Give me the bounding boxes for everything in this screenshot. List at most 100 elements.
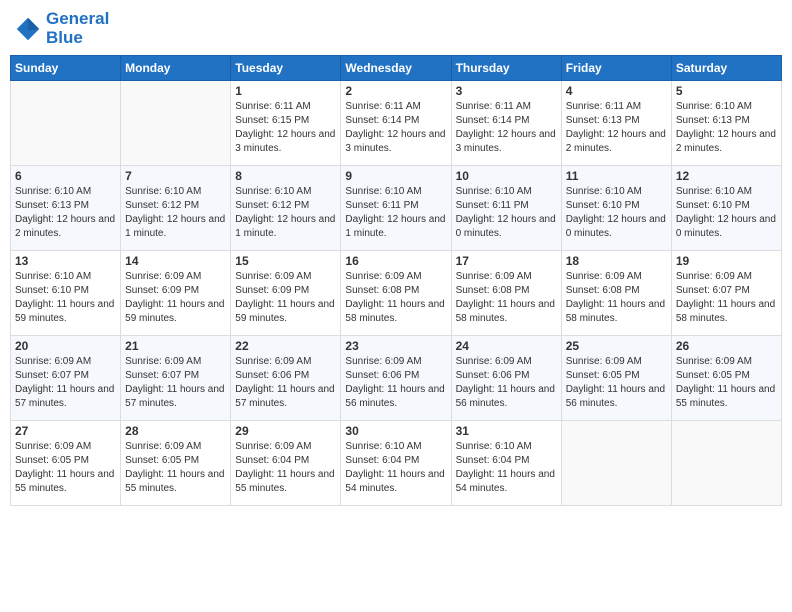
weekday-header-monday: Monday bbox=[121, 56, 231, 81]
calendar-cell: 15 Sunrise: 6:09 AM Sunset: 6:09 PM Dayli… bbox=[231, 251, 341, 336]
day-number: 28 bbox=[125, 424, 226, 438]
calendar-cell: 19Sunrise: 6:09 AM Sunset: 6:07 PM Dayli… bbox=[671, 251, 781, 336]
calendar-cell: 7 Sunrise: 6:10 AM Sunset: 6:12 PM Daylig… bbox=[121, 166, 231, 251]
calendar-cell: 2 Sunrise: 6:11 AM Sunset: 6:14 PM Daylig… bbox=[341, 81, 451, 166]
calendar-cell: 21 Sunrise: 6:09 AM Sunset: 6:07 PM Dayli… bbox=[121, 336, 231, 421]
calendar-cell: 6 Sunrise: 6:10 AM Sunset: 6:13 PM Daylig… bbox=[11, 166, 121, 251]
weekday-header-sunday: Sunday bbox=[11, 56, 121, 81]
calendar-cell: 30 Sunrise: 6:10 AM Sunset: 6:04 PM Dayli… bbox=[341, 421, 451, 506]
day-info: Sunrise: 6:10 AM Sunset: 6:11 PM Dayligh… bbox=[456, 185, 557, 241]
day-number: 16 bbox=[345, 254, 446, 268]
day-number: 15 bbox=[235, 254, 336, 268]
day-number: 17 bbox=[456, 254, 557, 268]
calendar-body: 1 Sunrise: 6:11 AM Sunset: 6:15 PM Daylig… bbox=[11, 81, 782, 506]
day-info: Sunrise: 6:09 AM Sunset: 6:05 PM Dayligh… bbox=[15, 440, 116, 496]
day-info: Sunrise: 6:09 AM Sunset: 6:09 PM Dayligh… bbox=[125, 270, 226, 326]
calendar-cell: 27 Sunrise: 6:09 AM Sunset: 6:05 PM Dayli… bbox=[11, 421, 121, 506]
day-info: Sunrise: 6:10 AM Sunset: 6:12 PM Dayligh… bbox=[125, 185, 226, 241]
calendar-cell: 22 Sunrise: 6:09 AM Sunset: 6:06 PM Dayli… bbox=[231, 336, 341, 421]
calendar-week-2: 6 Sunrise: 6:10 AM Sunset: 6:13 PM Daylig… bbox=[11, 166, 782, 251]
weekday-header-wednesday: Wednesday bbox=[341, 56, 451, 81]
day-number: 21 bbox=[125, 339, 226, 353]
calendar-header: SundayMondayTuesdayWednesdayThursdayFrid… bbox=[11, 56, 782, 81]
day-info: Sunrise: 6:11 AM Sunset: 6:14 PM Dayligh… bbox=[345, 100, 446, 156]
calendar-cell: 8Sunrise: 6:10 AM Sunset: 6:12 PM Daylig… bbox=[231, 166, 341, 251]
day-info: Sunrise: 6:10 AM Sunset: 6:04 PM Dayligh… bbox=[345, 440, 446, 496]
day-info: Sunrise: 6:09 AM Sunset: 6:05 PM Dayligh… bbox=[676, 355, 777, 411]
calendar-cell: 29Sunrise: 6:09 AM Sunset: 6:04 PM Dayli… bbox=[231, 421, 341, 506]
weekday-header-friday: Friday bbox=[561, 56, 671, 81]
logo-text: General Blue bbox=[46, 10, 109, 47]
day-info: Sunrise: 6:10 AM Sunset: 6:10 PM Dayligh… bbox=[566, 185, 667, 241]
day-info: Sunrise: 6:09 AM Sunset: 6:06 PM Dayligh… bbox=[345, 355, 446, 411]
day-info: Sunrise: 6:10 AM Sunset: 6:10 PM Dayligh… bbox=[676, 185, 777, 241]
day-number: 25 bbox=[566, 339, 667, 353]
calendar-week-3: 13 Sunrise: 6:10 AM Sunset: 6:10 PM Dayli… bbox=[11, 251, 782, 336]
day-number: 8 bbox=[235, 169, 336, 183]
calendar-cell bbox=[11, 81, 121, 166]
calendar-cell: 20Sunrise: 6:09 AM Sunset: 6:07 PM Dayli… bbox=[11, 336, 121, 421]
calendar-cell: 14Sunrise: 6:09 AM Sunset: 6:09 PM Dayli… bbox=[121, 251, 231, 336]
calendar-cell: 1 Sunrise: 6:11 AM Sunset: 6:15 PM Daylig… bbox=[231, 81, 341, 166]
day-number: 6 bbox=[15, 169, 116, 183]
day-number: 3 bbox=[456, 84, 557, 98]
day-info: Sunrise: 6:09 AM Sunset: 6:06 PM Dayligh… bbox=[235, 355, 336, 411]
day-number: 29 bbox=[235, 424, 336, 438]
calendar-cell: 26Sunrise: 6:09 AM Sunset: 6:05 PM Dayli… bbox=[671, 336, 781, 421]
weekday-header-tuesday: Tuesday bbox=[231, 56, 341, 81]
calendar-cell: 18Sunrise: 6:09 AM Sunset: 6:08 PM Dayli… bbox=[561, 251, 671, 336]
day-number: 7 bbox=[125, 169, 226, 183]
calendar-week-5: 27 Sunrise: 6:09 AM Sunset: 6:05 PM Dayli… bbox=[11, 421, 782, 506]
day-info: Sunrise: 6:10 AM Sunset: 6:13 PM Dayligh… bbox=[676, 100, 777, 156]
calendar-week-1: 1 Sunrise: 6:11 AM Sunset: 6:15 PM Daylig… bbox=[11, 81, 782, 166]
calendar-cell: 16 Sunrise: 6:09 AM Sunset: 6:08 PM Dayli… bbox=[341, 251, 451, 336]
calendar-cell: 4 Sunrise: 6:11 AM Sunset: 6:13 PM Daylig… bbox=[561, 81, 671, 166]
day-info: Sunrise: 6:11 AM Sunset: 6:14 PM Dayligh… bbox=[456, 100, 557, 156]
weekday-header-saturday: Saturday bbox=[671, 56, 781, 81]
day-number: 19 bbox=[676, 254, 777, 268]
day-number: 13 bbox=[15, 254, 116, 268]
calendar-cell: 17 Sunrise: 6:09 AM Sunset: 6:08 PM Dayli… bbox=[451, 251, 561, 336]
day-number: 4 bbox=[566, 84, 667, 98]
day-number: 12 bbox=[676, 169, 777, 183]
day-number: 9 bbox=[345, 169, 446, 183]
day-info: Sunrise: 6:09 AM Sunset: 6:07 PM Dayligh… bbox=[15, 355, 116, 411]
day-info: Sunrise: 6:10 AM Sunset: 6:11 PM Dayligh… bbox=[345, 185, 446, 241]
calendar-cell: 11 Sunrise: 6:10 AM Sunset: 6:10 PM Dayli… bbox=[561, 166, 671, 251]
day-info: Sunrise: 6:11 AM Sunset: 6:15 PM Dayligh… bbox=[235, 100, 336, 156]
calendar-cell: 28 Sunrise: 6:09 AM Sunset: 6:05 PM Dayli… bbox=[121, 421, 231, 506]
day-number: 5 bbox=[676, 84, 777, 98]
day-number: 27 bbox=[15, 424, 116, 438]
calendar-cell: 5 Sunrise: 6:10 AM Sunset: 6:13 PM Daylig… bbox=[671, 81, 781, 166]
calendar-cell: 24Sunrise: 6:09 AM Sunset: 6:06 PM Dayli… bbox=[451, 336, 561, 421]
day-info: Sunrise: 6:09 AM Sunset: 6:09 PM Dayligh… bbox=[235, 270, 336, 326]
day-info: Sunrise: 6:10 AM Sunset: 6:13 PM Dayligh… bbox=[15, 185, 116, 241]
day-info: Sunrise: 6:11 AM Sunset: 6:13 PM Dayligh… bbox=[566, 100, 667, 156]
calendar-cell: 13 Sunrise: 6:10 AM Sunset: 6:10 PM Dayli… bbox=[11, 251, 121, 336]
day-number: 22 bbox=[235, 339, 336, 353]
calendar-cell bbox=[121, 81, 231, 166]
day-number: 30 bbox=[345, 424, 446, 438]
day-number: 31 bbox=[456, 424, 557, 438]
calendar-cell: 31Sunrise: 6:10 AM Sunset: 6:04 PM Dayli… bbox=[451, 421, 561, 506]
day-number: 11 bbox=[566, 169, 667, 183]
weekday-header-thursday: Thursday bbox=[451, 56, 561, 81]
day-info: Sunrise: 6:09 AM Sunset: 6:08 PM Dayligh… bbox=[345, 270, 446, 326]
day-info: Sunrise: 6:09 AM Sunset: 6:05 PM Dayligh… bbox=[566, 355, 667, 411]
calendar-cell bbox=[671, 421, 781, 506]
day-info: Sunrise: 6:09 AM Sunset: 6:05 PM Dayligh… bbox=[125, 440, 226, 496]
day-info: Sunrise: 6:10 AM Sunset: 6:10 PM Dayligh… bbox=[15, 270, 116, 326]
day-number: 23 bbox=[345, 339, 446, 353]
calendar-cell: 9 Sunrise: 6:10 AM Sunset: 6:11 PM Daylig… bbox=[341, 166, 451, 251]
day-info: Sunrise: 6:09 AM Sunset: 6:08 PM Dayligh… bbox=[566, 270, 667, 326]
day-info: Sunrise: 6:09 AM Sunset: 6:08 PM Dayligh… bbox=[456, 270, 557, 326]
calendar-cell: 3 Sunrise: 6:11 AM Sunset: 6:14 PM Daylig… bbox=[451, 81, 561, 166]
day-number: 2 bbox=[345, 84, 446, 98]
day-info: Sunrise: 6:09 AM Sunset: 6:06 PM Dayligh… bbox=[456, 355, 557, 411]
day-number: 10 bbox=[456, 169, 557, 183]
day-info: Sunrise: 6:09 AM Sunset: 6:07 PM Dayligh… bbox=[125, 355, 226, 411]
day-number: 1 bbox=[235, 84, 336, 98]
calendar-cell: 23 Sunrise: 6:09 AM Sunset: 6:06 PM Dayli… bbox=[341, 336, 451, 421]
logo-icon bbox=[14, 15, 42, 43]
calendar-cell: 12 Sunrise: 6:10 AM Sunset: 6:10 PM Dayli… bbox=[671, 166, 781, 251]
